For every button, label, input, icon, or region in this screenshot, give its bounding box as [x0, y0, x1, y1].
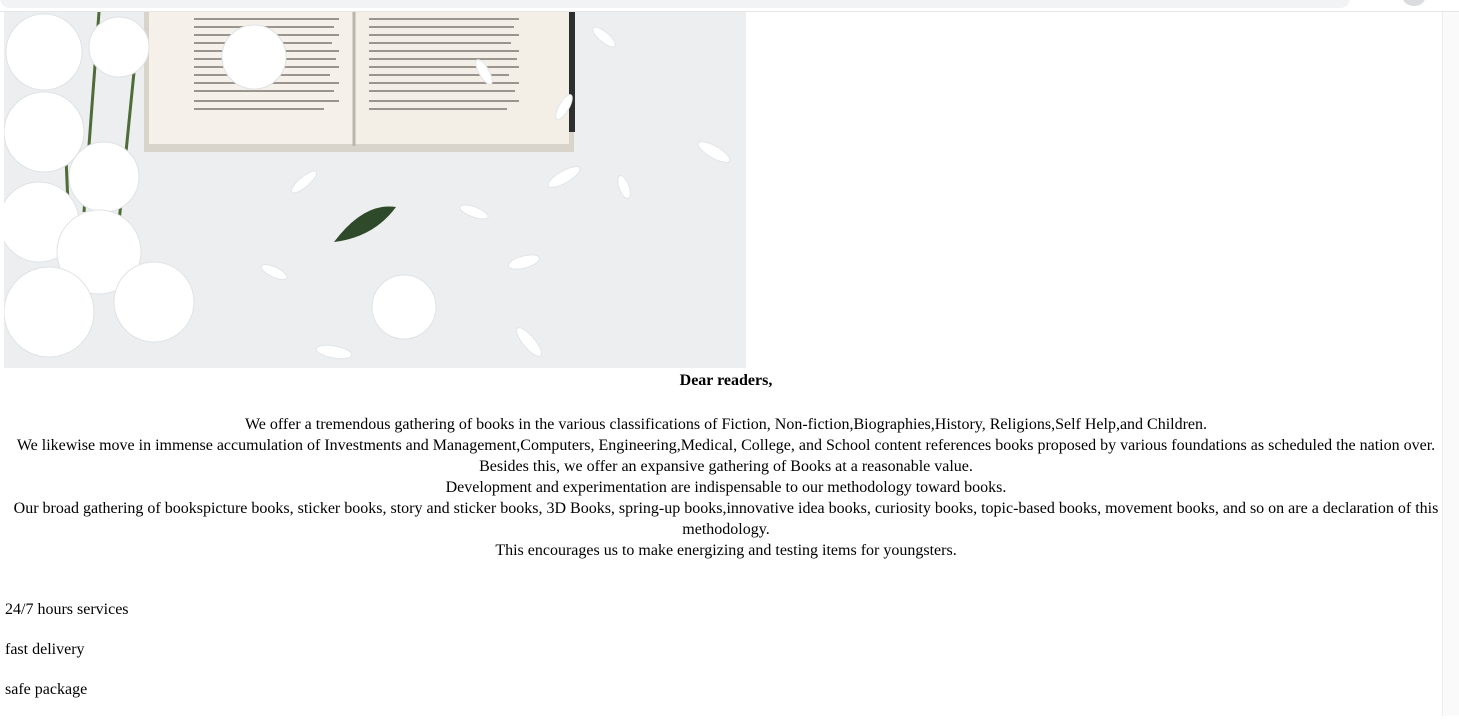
intro-line: Development and experimentation are indi…	[445, 479, 1007, 496]
features-list: 24/7 hours services fast delivery safe p…	[5, 600, 129, 720]
scrollbar[interactable]	[1442, 12, 1459, 716]
address-bar[interactable]	[0, 0, 1350, 8]
profile-icon[interactable]	[1403, 0, 1425, 6]
intro-line: Our broad gathering of bookspicture book…	[13, 500, 1439, 538]
intro-line: Besides this, we offer an expansive gath…	[479, 458, 973, 475]
intro-line: We offer a tremendous gathering of books…	[244, 416, 1208, 433]
browser-toolbar	[0, 0, 1459, 12]
book-flowers-illustration	[4, 12, 746, 368]
intro-text: We offer a tremendous gathering of books…	[4, 414, 1448, 561]
greeting-heading: Dear readers,	[679, 372, 773, 389]
hero-image	[4, 12, 746, 368]
feature-item: fast delivery	[5, 641, 85, 658]
feature-item: 24/7 hours services	[5, 601, 129, 618]
feature-item: safe package	[5, 681, 88, 698]
intro-line: We likewise move in immense accumulation…	[16, 437, 1436, 454]
intro-line: This encourages us to make energizing an…	[495, 542, 957, 559]
